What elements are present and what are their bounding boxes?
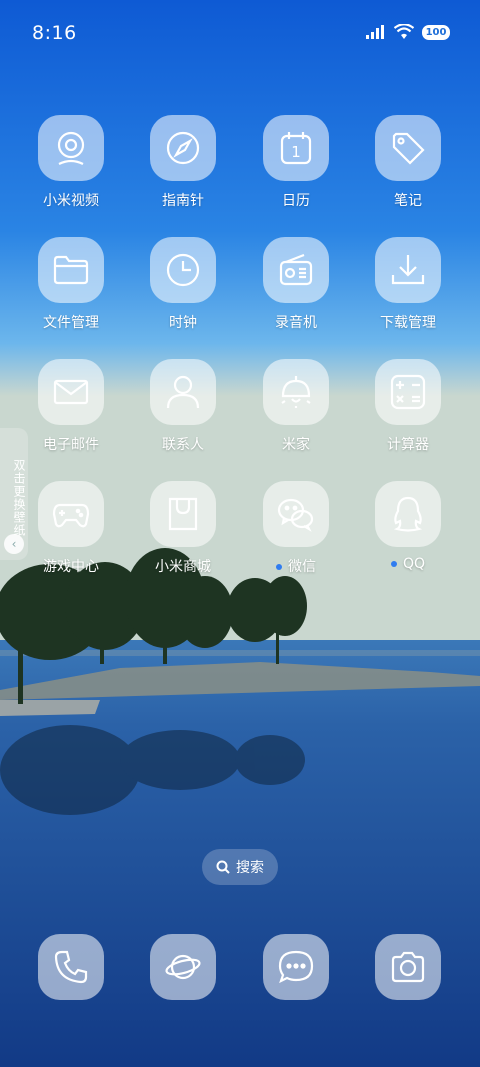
app-xiaomi-video[interactable]: 小米视频 bbox=[15, 115, 127, 210]
app-icon-container bbox=[38, 115, 104, 181]
app-icon-container bbox=[375, 237, 441, 303]
browser-planet-icon bbox=[165, 954, 201, 980]
qq-penguin-icon bbox=[393, 496, 423, 532]
app-label: 小米商城 bbox=[155, 559, 211, 575]
app-icon-container bbox=[38, 237, 104, 303]
app-icon-container bbox=[375, 359, 441, 425]
app-icon-container bbox=[150, 115, 216, 181]
app-icon-container bbox=[150, 237, 216, 303]
dock-camera[interactable] bbox=[352, 934, 464, 1000]
app-download-manager[interactable]: 下载管理 bbox=[352, 237, 464, 332]
tag-icon bbox=[392, 132, 425, 165]
app-wechat[interactable]: 微信 bbox=[240, 481, 352, 576]
app-recorder[interactable]: 录音机 bbox=[240, 237, 352, 332]
wifi-icon bbox=[394, 24, 414, 39]
app-file-manager[interactable]: 文件管理 bbox=[15, 237, 127, 332]
gamepad-icon bbox=[52, 503, 90, 528]
lamp-icon bbox=[281, 376, 311, 408]
mail-icon bbox=[53, 379, 89, 405]
app-label: 联系人 bbox=[162, 437, 204, 453]
compass-icon bbox=[166, 131, 200, 165]
search-label: 搜索 bbox=[236, 860, 264, 876]
app-mijia[interactable]: 米家 bbox=[240, 359, 352, 454]
app-label: 时钟 bbox=[169, 315, 197, 331]
signal-icon bbox=[366, 25, 384, 39]
app-icon-container bbox=[150, 359, 216, 425]
app-icon-container bbox=[38, 359, 104, 425]
message-icon bbox=[278, 950, 314, 984]
phone-icon bbox=[54, 950, 88, 984]
app-label: 米家 bbox=[282, 437, 310, 453]
search-button[interactable]: 搜索 bbox=[202, 849, 278, 885]
calculator-icon bbox=[390, 374, 426, 410]
status-bar: 8:16 100 bbox=[0, 0, 480, 68]
app-icon-container bbox=[263, 934, 329, 1000]
dock-browser[interactable] bbox=[127, 934, 239, 1000]
app-label-text: 微信 bbox=[288, 559, 316, 575]
app-icon-container: 1 bbox=[263, 115, 329, 181]
app-qq[interactable]: QQ bbox=[352, 481, 464, 572]
app-label: QQ bbox=[352, 556, 464, 572]
app-icon-container bbox=[38, 481, 104, 547]
app-calendar[interactable]: 1 日历 bbox=[240, 115, 352, 210]
app-label: 小米视频 bbox=[43, 193, 99, 209]
status-time: 8:16 bbox=[32, 22, 77, 44]
app-calculator[interactable]: 计算器 bbox=[352, 359, 464, 454]
app-label: 微信 bbox=[240, 556, 352, 576]
shopping-bag-icon bbox=[168, 497, 198, 531]
battery-indicator: 100 bbox=[422, 24, 450, 40]
folder-icon bbox=[53, 255, 89, 285]
app-label: 电子邮件 bbox=[43, 437, 99, 453]
new-install-dot bbox=[276, 564, 282, 570]
app-icon-container bbox=[375, 934, 441, 1000]
app-label: 计算器 bbox=[387, 437, 429, 453]
person-icon bbox=[166, 375, 200, 409]
clock-icon bbox=[166, 253, 200, 287]
camera-lens-icon bbox=[57, 131, 85, 165]
app-label: 日历 bbox=[282, 193, 310, 209]
app-compass[interactable]: 指南针 bbox=[127, 115, 239, 210]
app-icon-container bbox=[38, 934, 104, 1000]
app-icon-container bbox=[150, 934, 216, 1000]
app-contacts[interactable]: 联系人 bbox=[127, 359, 239, 454]
app-label: 文件管理 bbox=[43, 315, 99, 331]
app-icon-container bbox=[263, 359, 329, 425]
calendar-icon: 1 bbox=[280, 132, 312, 165]
camera-icon bbox=[391, 951, 425, 983]
download-icon bbox=[391, 255, 425, 285]
dock-messages[interactable] bbox=[240, 934, 352, 1000]
wechat-icon bbox=[277, 498, 314, 532]
app-label: 游戏中心 bbox=[43, 559, 99, 575]
app-label: 录音机 bbox=[275, 315, 317, 331]
app-icon-container bbox=[375, 115, 441, 181]
app-label: 下载管理 bbox=[380, 315, 436, 331]
app-label: 指南针 bbox=[162, 193, 204, 209]
chevron-left-icon[interactable]: ‹ bbox=[4, 534, 24, 554]
app-label: 笔记 bbox=[394, 193, 422, 209]
app-icon-container bbox=[263, 237, 329, 303]
app-icon-container bbox=[263, 481, 329, 547]
app-clock[interactable]: 时钟 bbox=[127, 237, 239, 332]
app-mi-store[interactable]: 小米商城 bbox=[127, 481, 239, 576]
status-icons: 100 bbox=[366, 24, 450, 40]
radio-icon bbox=[279, 253, 313, 286]
app-notes[interactable]: 笔记 bbox=[352, 115, 464, 210]
calendar-day-text: 1 bbox=[291, 143, 301, 161]
new-install-dot bbox=[390, 561, 397, 567]
app-icon-container bbox=[375, 481, 441, 547]
app-game-center[interactable]: 游戏中心 bbox=[15, 481, 127, 576]
app-email[interactable]: 电子邮件 bbox=[15, 359, 127, 454]
app-icon-container bbox=[150, 481, 216, 547]
search-icon bbox=[216, 860, 230, 874]
dock-phone[interactable] bbox=[15, 934, 127, 1000]
app-label-text: QQ bbox=[402, 556, 426, 572]
